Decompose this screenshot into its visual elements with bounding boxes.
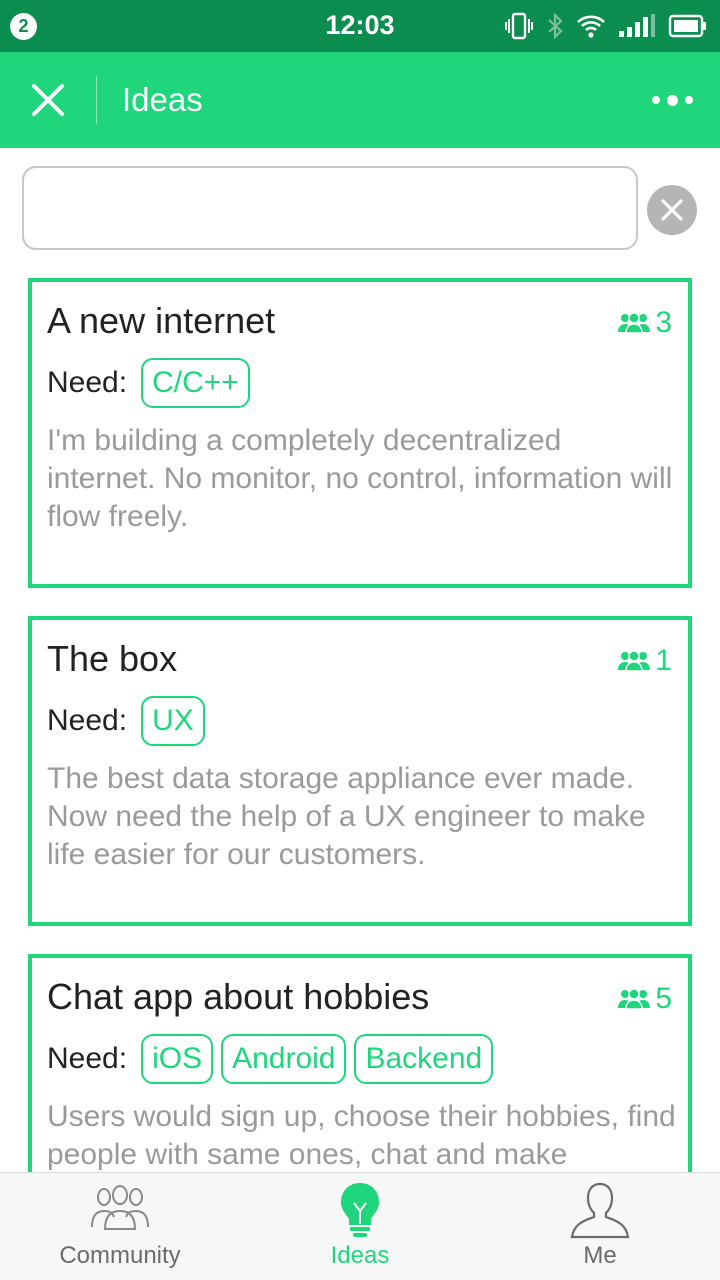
tab-me[interactable]: Me [480,1173,720,1280]
tab-label: Ideas [330,1242,390,1269]
need-row: Need: UX [47,696,213,746]
signal-icon [618,13,656,39]
members-icon [618,650,651,672]
skill-tag[interactable]: UX [141,696,205,746]
skill-tag[interactable]: Android [221,1034,347,1084]
bluetooth-icon [546,12,564,40]
bottom-tab-bar: Community Ideas Me [0,1172,720,1280]
tab-community[interactable]: Community [0,1173,240,1280]
battery-icon [668,13,708,39]
person-icon [570,1182,630,1239]
need-label: Need: [47,1042,128,1075]
clear-icon [661,199,683,221]
members-count: 5 [617,982,672,1016]
tab-label: Me [583,1242,617,1269]
tab-ideas[interactable]: Ideas [240,1173,480,1280]
tab-label: Community [59,1242,181,1269]
clear-search-button[interactable] [647,185,697,235]
status-icons [504,11,708,41]
skill-tag[interactable]: Backend [354,1034,494,1084]
page-title: Ideas [122,81,203,118]
idea-card[interactable]: The box 1 Need: UX The best data storage… [28,616,692,926]
status-bar: 2 12:03 [0,0,720,52]
idea-card[interactable]: A new internet 3 Need: C/C++ I'm buildin… [28,278,692,588]
idea-title: The box [47,638,178,679]
members-count: 1 [617,644,672,678]
close-icon [32,84,64,116]
idea-description: I'm building a completely decentralized … [47,424,673,533]
skill-tag[interactable]: C/C++ [141,358,250,408]
wifi-icon [576,13,606,39]
idea-description: The best data storage appliance ever mad… [47,762,646,871]
more-icon [651,96,660,104]
need-row: Need: C/C++ [47,358,258,408]
need-label: Need: [47,366,128,399]
lightbulb-icon [341,1183,379,1237]
members-icon [618,312,651,334]
app-bar-divider [96,76,97,124]
idea-description: Users would sign up, choose their hobbie… [47,1100,676,1171]
community-icon [91,1185,149,1230]
app-bar: Ideas [0,52,720,148]
members-count: 3 [617,306,672,340]
vibrate-icon [504,12,534,40]
need-row: Need: iOS Android Backend [47,1034,501,1084]
close-button[interactable] [22,74,74,126]
members-number: 3 [655,306,672,339]
members-number: 5 [655,982,672,1015]
members-number: 1 [655,644,672,677]
need-label: Need: [47,704,128,737]
idea-title: A new internet [47,300,276,341]
search-input[interactable] [22,166,638,250]
more-options-button[interactable] [644,80,700,120]
members-icon [618,988,651,1010]
idea-title: Chat app about hobbies [47,976,430,1017]
skill-tag[interactable]: iOS [141,1034,214,1084]
